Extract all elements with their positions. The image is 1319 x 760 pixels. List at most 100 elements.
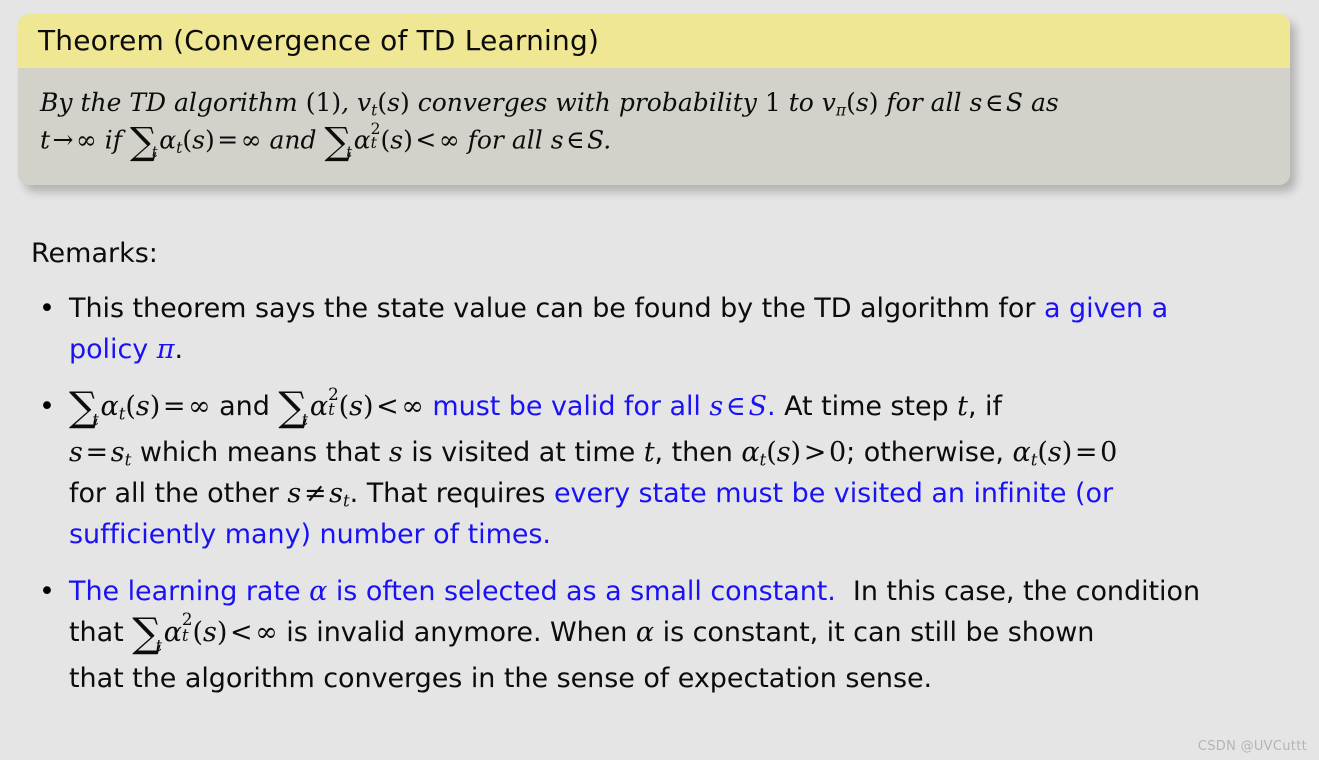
theorem-line-1: By the TD algorithm (1), vt(s) converges… <box>40 85 1268 122</box>
remark-3-line-1: The learning rate α is often selected as… <box>69 571 1291 612</box>
remark-1-line-1: This theorem says the state value can be… <box>69 288 1291 329</box>
remark-1-black-a: This theorem says the state value can be… <box>69 293 1036 325</box>
math-alpha-sub-sup: 2t <box>370 121 381 153</box>
math-alpha-sub-sup: 2t <box>181 611 193 646</box>
remark-2-black-a: At time step <box>784 391 949 423</box>
math-infinity: ∞ <box>76 125 97 155</box>
math-s-3: s <box>969 88 983 117</box>
remark-2-highlight-a: must be valid for all <box>432 391 701 423</box>
math-set-s: S <box>748 391 768 423</box>
math-alpha: α <box>309 576 328 608</box>
remark-2-line-1: ∑tαt(s)=∞ and ∑tα 2 t (s)<∞ must be valid f… <box>69 385 1291 432</box>
theorem-seg-if: if <box>104 125 123 155</box>
remark-3-tail: is constant, it can still be shown <box>662 617 1095 649</box>
math-zero: 0 <box>828 436 847 468</box>
remark-3-mid: is invalid anymore. When <box>286 617 628 649</box>
math-equals: = <box>162 391 186 423</box>
remark-2-and: and <box>219 391 270 423</box>
math-alpha-index: t <box>370 134 377 153</box>
math-v-pi: v <box>821 88 836 117</box>
math-less-than: < <box>229 617 253 649</box>
math-paren-close: ) <box>216 617 228 649</box>
math-v: v <box>357 88 372 117</box>
remark-2-highlight-period: . <box>766 391 776 423</box>
theorem-seg-for-all: for all <box>886 88 962 117</box>
math-paren-open-3: ( <box>766 436 777 468</box>
math-alpha-index: t <box>181 625 189 646</box>
remark-2-highlight-b: every state must be visited an infinite … <box>553 478 1114 510</box>
math-infinity: ∞ <box>255 617 278 649</box>
theorem-seg-for-all-2: for all <box>467 125 543 155</box>
math-set-s-2: S <box>587 125 604 155</box>
math-element-of: ∈ <box>984 88 1004 117</box>
math-equals-3: = <box>1074 436 1098 468</box>
remarks-section: Remarks: • This theorem says the state v… <box>31 238 1291 715</box>
math-alpha-4: α <box>1012 436 1031 468</box>
math-s-t-2-subscript: t <box>342 490 350 511</box>
math-paren-close-4: ) <box>1061 436 1073 468</box>
math-paren-close-3: ) <box>790 436 802 468</box>
math-s: s <box>203 617 217 649</box>
math-paren-open: ( <box>377 88 388 117</box>
math-infinity-3: ∞ <box>438 125 460 155</box>
math-s-6: s <box>550 125 564 155</box>
math-t: t <box>957 391 968 423</box>
theorem-statement: By the TD algorithm (1), vt(s) converges… <box>18 68 1290 186</box>
math-s-4: s <box>69 436 83 468</box>
math-alpha-index: t <box>328 399 335 420</box>
math-paren-open-4: ( <box>380 125 391 155</box>
remark-3-highlight-a: The learning rate <box>69 576 301 608</box>
theorem-seg-converges: converges with probability <box>417 88 757 117</box>
remark-2-mid-a: which means that <box>139 436 381 468</box>
theorem-seg-as: as <box>1030 88 1059 117</box>
remark-item-3-text: The learning rate α is often selected as… <box>69 571 1291 699</box>
math-paren-open: ( <box>125 391 136 423</box>
math-paren-open-3: ( <box>182 125 193 155</box>
math-s-4: s <box>192 125 205 155</box>
math-element-of: ∈ <box>725 391 746 423</box>
math-alpha-3: α <box>741 436 760 468</box>
remark-3-that: that <box>69 617 124 649</box>
math-sum-subscript-2: t <box>346 145 353 162</box>
math-paren-open-2: ( <box>338 391 350 423</box>
bullet-icon: • <box>39 391 55 423</box>
math-zero-2: 0 <box>1100 436 1118 468</box>
math-arrow: → <box>52 125 74 155</box>
theorem-seg-to: to <box>788 88 814 117</box>
math-paren-close-3: ) <box>205 125 215 155</box>
remark-2-line-3: for all the other s≠st. That requires ev… <box>69 473 1291 514</box>
math-paren-close-4: ) <box>403 125 413 155</box>
math-one: 1 <box>764 88 781 117</box>
math-paren-open: ( <box>192 617 204 649</box>
math-element-of-2: ∈ <box>566 125 585 155</box>
remark-1-period: . <box>174 334 183 366</box>
theorem-eq-ref: (1) <box>305 88 342 117</box>
remarks-heading: Remarks: <box>31 238 158 269</box>
theorem-comma: , <box>341 88 350 117</box>
math-s-t-2: s <box>329 478 343 510</box>
remark-2-that-requires: . That requires <box>349 478 546 510</box>
math-paren-close: ) <box>400 88 410 117</box>
remark-2-highlight-c: sufficiently many) number of times. <box>69 519 551 551</box>
math-alpha-2: α <box>309 391 329 423</box>
watermark-label: CSDN @UVCuttt <box>1197 739 1307 754</box>
theorem-seg-and: and <box>269 125 317 155</box>
remark-2-then: , then <box>654 436 733 468</box>
math-greater-than: > <box>803 436 827 468</box>
remark-item-2-text: ∑tαt(s)=∞ and ∑tα 2 t (s)<∞ must be valid f… <box>69 385 1291 555</box>
math-paren-open-2: ( <box>846 88 856 117</box>
math-t-2: t <box>643 436 655 468</box>
remark-3-black-a: In this case, the condition <box>852 576 1201 608</box>
remark-1-highlight-a: a given a <box>1043 293 1169 325</box>
theorem-title: Theorem (Convergence of TD Learning) <box>18 14 1290 68</box>
math-infinity: ∞ <box>188 391 211 423</box>
math-s-8: s <box>287 478 302 510</box>
remark-2-otherwise: ; otherwise, <box>846 436 1004 468</box>
math-s-3: s <box>709 391 724 423</box>
theorem-seg-by-the-td-algorithm: By the TD algorithm <box>40 88 298 117</box>
math-s: s <box>135 391 150 423</box>
math-equals: = <box>217 125 239 155</box>
math-alpha-2: α <box>353 125 371 155</box>
math-t: t <box>40 125 51 155</box>
math-s: s <box>387 88 401 117</box>
